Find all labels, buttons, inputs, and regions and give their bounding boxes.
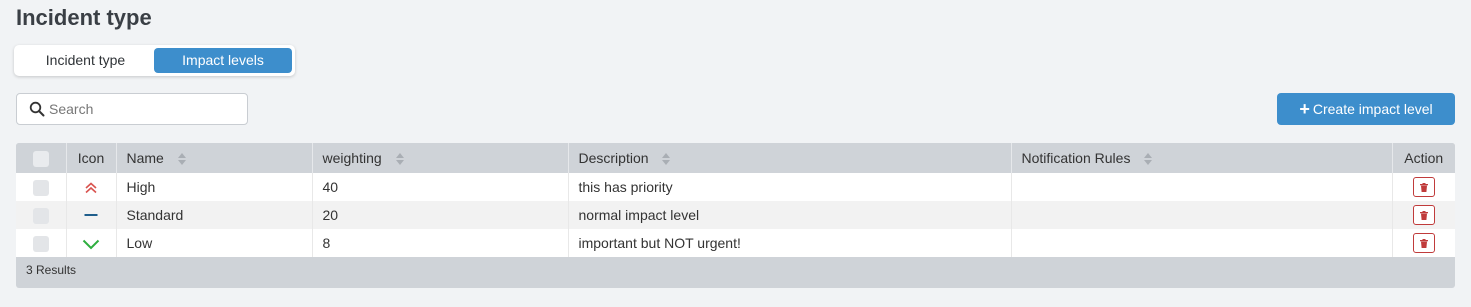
- row-checkbox[interactable]: [32, 235, 49, 252]
- sort-icon[interactable]: [662, 153, 671, 166]
- create-impact-level-button[interactable]: + Create impact level: [1277, 93, 1455, 125]
- impact-icon-cell: [66, 201, 117, 229]
- column-header-name-label: Name: [126, 150, 164, 166]
- notification-rules-cell: [1011, 173, 1393, 201]
- weighting-cell: 40: [312, 173, 569, 201]
- column-header-notification-rules-label: Notification Rules: [1021, 150, 1131, 166]
- sort-icon[interactable]: [395, 153, 404, 166]
- plus-icon: +: [1299, 99, 1310, 119]
- column-header-notification-rules[interactable]: Notification Rules: [1011, 143, 1393, 173]
- column-header-weighting[interactable]: weighting: [312, 143, 569, 173]
- row-select-cell: [16, 201, 67, 229]
- impact-icon-cell: [66, 173, 117, 201]
- row-select-cell: [16, 173, 67, 201]
- search-icon: [29, 101, 45, 117]
- description-cell: this has priority: [568, 173, 1012, 201]
- chevron-down-icon: [82, 240, 100, 250]
- results-count: 3 Results: [26, 263, 77, 277]
- table-row[interactable]: Low 8 important but NOT urgent!: [16, 229, 1455, 257]
- notification-rules-cell: [1011, 201, 1393, 229]
- row-select-cell: [16, 229, 67, 257]
- tab-incident-type[interactable]: Incident type: [17, 48, 154, 73]
- table-row[interactable]: High 40 this has priority: [16, 173, 1455, 201]
- delete-button[interactable]: [1412, 205, 1435, 225]
- notification-rules-cell: [1011, 229, 1393, 257]
- column-header-description-label: Description: [578, 150, 649, 166]
- description-cell: normal impact level: [568, 201, 1012, 229]
- sort-icon[interactable]: [177, 153, 186, 166]
- delete-button[interactable]: [1412, 177, 1435, 197]
- trash-icon: [1419, 238, 1428, 248]
- column-header-name[interactable]: Name: [116, 143, 313, 173]
- select-all-header: [16, 143, 67, 173]
- action-cell: [1392, 229, 1455, 257]
- search-input[interactable]: [49, 97, 239, 121]
- weighting-cell: 20: [312, 201, 569, 229]
- double-chevron-up-icon: [85, 182, 97, 194]
- weighting-cell: 8: [312, 229, 569, 257]
- name-cell: Low: [116, 229, 313, 257]
- trash-icon: [1419, 210, 1428, 220]
- action-cell: [1392, 201, 1455, 229]
- table-header-row: Icon Name weighting Description Notifica…: [16, 143, 1455, 173]
- name-cell: Standard: [116, 201, 313, 229]
- impact-icon-cell: [66, 229, 117, 257]
- column-header-action-label: Action: [1404, 150, 1444, 166]
- name-cell: High: [116, 173, 313, 201]
- column-header-description[interactable]: Description: [568, 143, 1012, 173]
- tab-impact-levels[interactable]: Impact levels: [154, 48, 292, 73]
- action-cell: [1392, 173, 1455, 201]
- dash-icon: [84, 214, 98, 217]
- page-title: Incident type: [16, 5, 152, 30]
- table-row[interactable]: Standard 20 normal impact level: [16, 201, 1455, 229]
- column-header-icon: Icon: [66, 143, 117, 173]
- column-header-action: Action: [1392, 143, 1455, 173]
- sort-icon[interactable]: [1144, 153, 1153, 166]
- row-checkbox[interactable]: [32, 179, 49, 196]
- search-box: [16, 93, 248, 125]
- select-all-checkbox[interactable]: [32, 150, 49, 167]
- delete-button[interactable]: [1412, 233, 1435, 253]
- impact-levels-table: Icon Name weighting Description Notifica…: [16, 143, 1455, 288]
- create-impact-level-label: Create impact level: [1312, 101, 1433, 117]
- row-checkbox[interactable]: [32, 207, 49, 224]
- column-header-weighting-label: weighting: [322, 150, 382, 166]
- column-header-icon-label: Icon: [77, 150, 105, 166]
- trash-icon: [1419, 182, 1428, 192]
- tab-group: Incident type Impact levels: [14, 45, 295, 76]
- description-cell: important but NOT urgent!: [568, 229, 1012, 257]
